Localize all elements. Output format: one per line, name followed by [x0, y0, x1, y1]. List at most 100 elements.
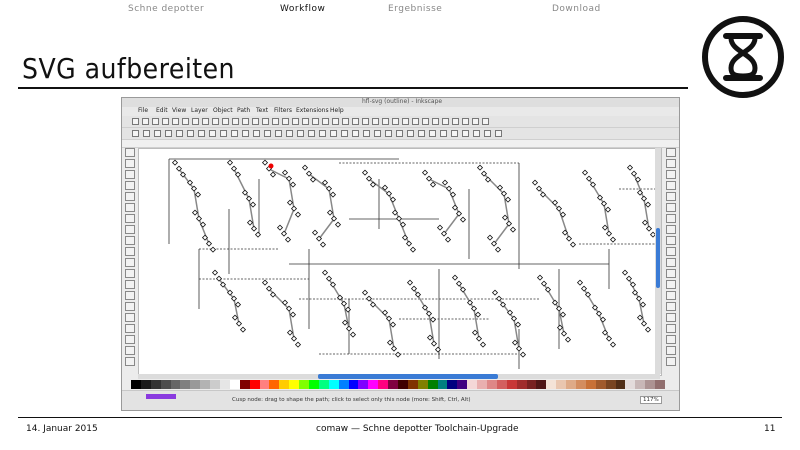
toolbar-button[interactable]	[182, 118, 189, 125]
palette-swatch[interactable]	[229, 380, 241, 389]
toolbar-button[interactable]	[451, 130, 458, 137]
palette-swatch[interactable]	[506, 380, 518, 389]
snap-button[interactable]	[666, 324, 676, 333]
snap-button[interactable]	[666, 302, 676, 311]
snap-button[interactable]	[666, 357, 676, 366]
toolbar-button[interactable]	[422, 118, 429, 125]
toolbar-button[interactable]	[222, 118, 229, 125]
palette-swatch[interactable]	[585, 380, 597, 389]
snap-button[interactable]	[666, 247, 676, 256]
toolbar-button[interactable]	[473, 130, 480, 137]
palette-swatch[interactable]	[536, 380, 547, 389]
menu-item-filters[interactable]: Filters	[274, 107, 292, 114]
toolbar-button[interactable]	[132, 130, 139, 137]
toolbar-button[interactable]	[418, 130, 425, 137]
palette-swatch[interactable]	[635, 380, 646, 389]
toolbar-button[interactable]	[275, 130, 282, 137]
horizontal-scroll-thumb[interactable]	[318, 374, 498, 379]
palette-swatch[interactable]	[160, 380, 172, 389]
toolbar-button[interactable]	[484, 130, 491, 137]
color-palette[interactable]	[131, 380, 666, 389]
toolbar-button[interactable]	[297, 130, 304, 137]
toolbar-button[interactable]	[231, 130, 238, 137]
tool-button[interactable]	[125, 236, 135, 245]
palette-swatch[interactable]	[437, 380, 448, 389]
toolbar-button[interactable]	[330, 130, 337, 137]
palette-swatch[interactable]	[576, 380, 587, 389]
toolbar-button[interactable]	[362, 118, 369, 125]
toolbar-button[interactable]	[172, 118, 179, 125]
toolbar-button[interactable]	[382, 118, 389, 125]
menu-item-edit[interactable]: Edit	[156, 107, 168, 114]
palette-swatch[interactable]	[467, 380, 478, 389]
palette-swatch[interactable]	[496, 380, 508, 389]
toolbar-button[interactable]	[187, 130, 194, 137]
toolbar-button[interactable]	[154, 130, 161, 137]
tool-button[interactable]	[125, 291, 135, 300]
snap-button[interactable]	[666, 291, 676, 300]
snap-button[interactable]	[666, 159, 676, 168]
toolbar-button[interactable]	[432, 118, 439, 125]
palette-swatch[interactable]	[595, 380, 607, 389]
menu-item-view[interactable]: View	[172, 107, 186, 114]
nav-item-workflow[interactable]: Workflow	[280, 4, 325, 14]
toolbar-button[interactable]	[372, 118, 379, 125]
toolbar-button[interactable]	[342, 118, 349, 125]
toolbar-button[interactable]	[482, 118, 489, 125]
palette-swatch[interactable]	[398, 380, 409, 389]
palette-swatch[interactable]	[556, 380, 567, 389]
toolbar-button[interactable]	[452, 118, 459, 125]
palette-swatch[interactable]	[655, 380, 666, 389]
toolbar-button[interactable]	[142, 118, 149, 125]
toolbar-button[interactable]	[143, 130, 150, 137]
tool-button[interactable]	[125, 247, 135, 256]
snap-button[interactable]	[666, 258, 676, 267]
palette-swatch[interactable]	[358, 380, 369, 389]
tool-button[interactable]	[125, 225, 135, 234]
menu-item-help[interactable]: Help	[330, 107, 344, 114]
nav-item-download[interactable]: Download	[552, 4, 601, 14]
palette-swatch[interactable]	[318, 380, 330, 389]
palette-swatch[interactable]	[328, 380, 340, 389]
traced-paths-drawing[interactable]	[139, 149, 661, 375]
palette-swatch[interactable]	[447, 380, 458, 389]
palette-swatch[interactable]	[170, 380, 181, 389]
palette-swatch[interactable]	[190, 380, 201, 389]
menu-item-path[interactable]: Path	[237, 107, 250, 114]
palette-swatch[interactable]	[239, 380, 251, 389]
snap-button[interactable]	[666, 192, 676, 201]
snap-button[interactable]	[666, 335, 676, 344]
palette-swatch[interactable]	[516, 380, 528, 389]
toolbar-button[interactable]	[192, 118, 199, 125]
toolbar-button[interactable]	[442, 118, 449, 125]
toolbar-button[interactable]	[402, 118, 409, 125]
tool-button[interactable]	[125, 170, 135, 179]
snap-button[interactable]	[666, 346, 676, 355]
palette-swatch[interactable]	[150, 380, 162, 389]
palette-swatch[interactable]	[526, 380, 537, 389]
toolbar-button[interactable]	[341, 130, 348, 137]
tool-button[interactable]	[125, 269, 135, 278]
palette-swatch[interactable]	[546, 380, 557, 389]
snap-button[interactable]	[666, 269, 676, 278]
tool-button[interactable]	[125, 357, 135, 366]
menu-item-file[interactable]: File	[138, 107, 148, 114]
nav-item-schnedepotter[interactable]: Schne depotter	[128, 4, 204, 14]
toolbar-button[interactable]	[385, 130, 392, 137]
palette-swatch[interactable]	[477, 380, 488, 389]
toolbar-button[interactable]	[363, 130, 370, 137]
toolbar-button[interactable]	[308, 130, 315, 137]
palette-swatch[interactable]	[309, 380, 320, 389]
palette-swatch[interactable]	[457, 380, 468, 389]
snap-button[interactable]	[666, 280, 676, 289]
palette-swatch[interactable]	[427, 380, 439, 389]
toolbar-button[interactable]	[162, 118, 169, 125]
palette-swatch[interactable]	[140, 380, 152, 389]
palette-swatch[interactable]	[388, 380, 399, 389]
toolbar-button[interactable]	[472, 118, 479, 125]
nav-item-ergebnisse[interactable]: Ergebnisse	[388, 4, 442, 14]
palette-swatch[interactable]	[338, 380, 350, 389]
toolbar-button[interactable]	[429, 130, 436, 137]
snap-button[interactable]	[666, 313, 676, 322]
tool-button[interactable]	[125, 280, 135, 289]
